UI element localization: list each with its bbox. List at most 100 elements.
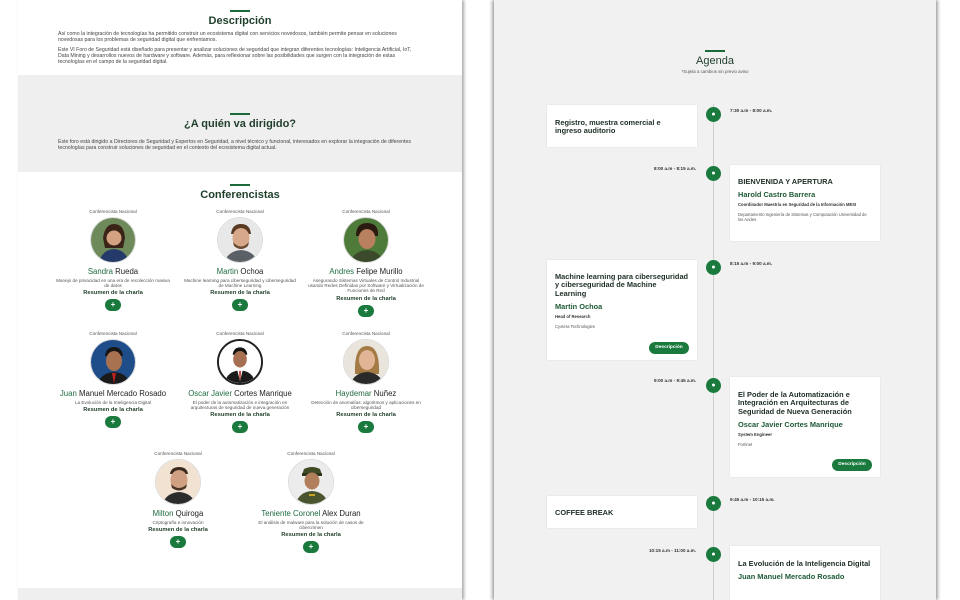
talk-summary-link[interactable]: Resumen de la charla — [174, 290, 306, 296]
talk-summary-link[interactable]: Resumen de la charla — [300, 412, 432, 418]
expand-summary-button[interactable]: + — [358, 421, 374, 434]
speaker-card: Conferencista Nacional Milton Quiroga Cr… — [112, 451, 244, 549]
speaker-card: Conferencista Nacional Teniente Coronel … — [245, 451, 377, 554]
speaker-talk: La Evolución de la Inteligencia Digital — [74, 400, 152, 405]
talk-summary-link[interactable]: Resumen de la charla — [245, 532, 377, 538]
speaker-photo — [217, 339, 263, 385]
speakers-grid: Conferencista Nacional Sandra Rueda Mane… — [18, 201, 462, 600]
speaker-name: Juan Manuel Mercado Rosado — [59, 389, 167, 398]
title-divider — [230, 10, 250, 12]
agenda-time: 8:15 a.m - 9:00 a.m. — [730, 261, 773, 266]
description-button[interactable]: Descripción — [649, 342, 689, 354]
agenda-title: Agenda — [696, 55, 734, 67]
talk-summary-link[interactable]: Resumen de la charla — [47, 407, 179, 413]
expand-summary-button[interactable]: + — [232, 299, 248, 312]
speakers-title: Conferencistas — [200, 189, 280, 201]
agenda-time: 7:30 a.m - 8:00 a.m. — [730, 108, 773, 113]
screenshot-stage: Descripción Así como la integración de t… — [0, 0, 960, 600]
agenda-note: *Sujeta a cambios sin previo aviso — [681, 69, 749, 74]
speaker-name: Oscar Javier Cortes Manrique — [188, 389, 292, 398]
talk-summary-link[interactable]: Resumen de la charla — [47, 290, 179, 296]
speaker-talk: El análisis de malware para la solución … — [258, 520, 364, 531]
speaker-name: Sandra Rueda — [87, 267, 139, 276]
agenda-card: El Poder de la Automatización e Integrac… — [730, 377, 880, 477]
description-button[interactable]: Descripción — [832, 459, 872, 471]
agenda-speaker-org: Departamento Ingeniería de Sistemas y Co… — [738, 212, 867, 223]
agenda-item-title: El Poder de la Automatización e Integrac… — [738, 390, 852, 416]
speaker-card: Conferencista Nacional Martin Ochoa Mach… — [174, 209, 306, 312]
agenda-speaker: Oscar Javier Cortes Manrique — [738, 420, 843, 430]
agenda-speaker-role: Head of Research — [555, 314, 591, 320]
description-title: Descripción — [208, 15, 272, 27]
speaker-card: Conferencista Nacional Haydemar Nuñez De… — [300, 331, 432, 434]
speaker-talk: Detección de anomalías: algoritmos y apl… — [311, 400, 421, 411]
speaker-card: Conferencista Nacional Juan Manuel Merca… — [47, 331, 179, 429]
speaker-kind: Conferencista Nacional — [342, 331, 390, 336]
agenda-speaker-org: Fortinet — [738, 442, 753, 448]
audience-paragraph: Este foro está dirigido a Directores de … — [58, 139, 411, 151]
speaker-kind: Conferencista Nacional — [287, 451, 335, 456]
expand-summary-button[interactable]: + — [303, 541, 319, 554]
speaker-kind: Conferencista Nacional — [89, 331, 137, 336]
timeline-node-icon: ● — [706, 496, 721, 511]
description-paragraph-1: Así como la integración de tecnologías h… — [58, 31, 397, 43]
speaker-card: Conferencista Nacional Oscar Javier Cort… — [174, 331, 306, 434]
speaker-talk: El poder de la automatización e integrac… — [190, 400, 290, 411]
expand-summary-button[interactable]: + — [105, 416, 121, 429]
agenda-item-title: COFFEE BREAK — [555, 508, 614, 517]
speaker-name: Haydemar Nuñez — [335, 389, 397, 398]
agenda-card: COFFEE BREAK — [547, 496, 697, 528]
agenda-speaker-role: Coordinador Maestría en Seguridad de la … — [738, 202, 857, 208]
agenda-card: La Evolución de la Inteligencia Digital … — [730, 546, 880, 600]
agenda-time: 9:00 a.m - 9:45 a.m. — [654, 378, 697, 383]
talk-summary-link[interactable]: Resumen de la charla — [300, 296, 432, 302]
timeline-node-icon: ● — [706, 166, 721, 181]
timeline-node-icon: ● — [706, 378, 721, 393]
agenda-item-title: BIENVENIDA Y APERTURA — [738, 177, 833, 186]
agenda-time: 9:45 a.m - 10:15 a.m. — [730, 497, 775, 502]
speaker-card: Conferencista Nacional Andres Felipe Mur… — [300, 209, 432, 317]
agenda-speaker: Martin Ochoa — [555, 302, 603, 312]
speaker-talk: Criptografía e innovación — [152, 520, 204, 525]
timeline-node-icon: ● — [706, 547, 721, 562]
timeline-node-icon: ● — [706, 260, 721, 275]
title-divider — [230, 113, 250, 115]
speaker-name: Andres Felipe Murillo — [329, 267, 403, 276]
agenda-header: Agenda *Sujeta a cambios sin previo avis… — [494, 50, 936, 74]
agenda-speaker-role: System Engineer — [738, 432, 772, 438]
speaker-photo — [90, 339, 136, 385]
speaker-photo — [343, 339, 389, 385]
footer-band — [18, 588, 462, 600]
speaker-kind: Conferencista Nacional — [89, 209, 137, 214]
speaker-photo — [155, 459, 201, 505]
talk-summary-link[interactable]: Resumen de la charla — [174, 412, 306, 418]
agenda-card: Registro, muestra comercial e ingreso au… — [547, 105, 697, 147]
speakers-section: Conferencistas Conferencista Nacional Sa… — [18, 172, 462, 600]
speaker-kind: Conferencista Nacional — [216, 209, 264, 214]
speaker-photo — [90, 217, 136, 263]
expand-summary-button[interactable]: + — [105, 299, 121, 312]
speaker-name: Teniente Coronel Alex Duran — [261, 509, 361, 518]
speaker-talk: Asegurando Sistemas Virtuales de Control… — [308, 278, 424, 294]
expand-summary-button[interactable]: + — [358, 304, 374, 317]
agenda-time: 8:00 a.m - 8:15 a.m. — [654, 166, 697, 171]
talk-summary-link[interactable]: Resumen de la charla — [112, 527, 244, 533]
agenda-speaker: Harold Castro Barrera — [738, 190, 816, 200]
expand-summary-button[interactable]: + — [170, 536, 186, 549]
agenda-item-title: Registro, muestra comercial e ingreso au… — [555, 118, 661, 136]
speaker-talk: Manejo de privacidad en una era de recol… — [56, 278, 170, 289]
audience-title: ¿A quién va dirigido? — [183, 118, 297, 130]
title-divider — [705, 50, 725, 52]
agenda-item-title: La Evolución de la Inteligencia Digital — [738, 559, 871, 568]
agenda-speaker: Juan Manuel Mercado Rosado — [738, 572, 845, 582]
expand-summary-button[interactable]: + — [232, 421, 248, 434]
speaker-talk: Machine learning para ciberseguridad y c… — [184, 278, 296, 289]
event-info-page: Descripción Así como la integración de t… — [18, 0, 462, 600]
description-section: Descripción Así como la integración de t… — [18, 0, 462, 73]
audience-section: ¿A quién va dirigido? Este foro está dir… — [18, 75, 462, 172]
speaker-card: Conferencista Nacional Sandra Rueda Mane… — [47, 209, 179, 312]
agenda-speaker-org: Cyxtera Technologies — [555, 324, 595, 330]
speaker-photo — [343, 217, 389, 263]
agenda-page: Agenda *Sujeta a cambios sin previo avis… — [494, 0, 936, 600]
agenda-card: BIENVENIDA Y APERTURA Harold Castro Barr… — [730, 165, 880, 241]
